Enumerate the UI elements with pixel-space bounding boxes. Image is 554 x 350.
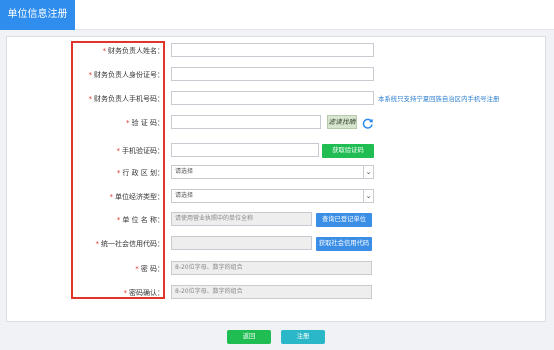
finance-phone-input[interactable] [171,91,374,105]
get-credit-code-button[interactable]: 获取社会信用代码 [316,237,372,251]
header-bar: 单位信息注册 [0,0,554,30]
row-econ-type: * 单位经济类型： 请选择 ⌄ [0,189,554,205]
label-region: * 行 政 区 划： [116,169,164,177]
row-finance-name: * 财务负责人姓名： [0,43,554,59]
finance-name-input[interactable] [171,43,374,57]
required-mark: * [116,169,121,177]
region-selected-value: 请选择 [175,168,194,175]
refresh-icon[interactable] [361,117,374,130]
row-region: * 行 政 区 划： 请选择 ⌄ [0,165,554,181]
required-mark: * [109,193,114,201]
credit-code-input[interactable] [171,236,312,250]
chevron-down-icon: ⌄ [363,166,373,178]
query-registered-unit-button[interactable]: 查询已登记单位 [316,213,372,227]
phone-note: 本系统只支持宁夏回族自治区内手机号注册 [378,95,500,103]
row-credit-code: * 统一社会信用代码： 获取社会信用代码 [0,236,554,252]
row-finance-phone: * 财务负责人手机号码： 本系统只支持宁夏回族自治区内手机号注册 [0,91,554,107]
required-mark: * [135,265,139,273]
captcha-image[interactable]: 滤读找晒 [327,115,357,129]
label-password-confirm: * 密码确认： [123,289,165,297]
row-captcha: * 验 证 码： 滤读找晒 [0,115,554,131]
get-sms-code-button[interactable]: 获取验证码 [322,144,374,158]
chevron-down-icon: ⌄ [363,190,373,202]
row-password-confirm: * 密码确认： 8-20位字母、数字的组合 [0,285,554,301]
password-input[interactable]: 8-20位字母、数字的组合 [171,261,372,275]
label-password: * 密 码： [135,265,164,273]
page-title-tab: 单位信息注册 [0,0,75,30]
label-finance-phone: * 财务负责人手机号码： [88,95,165,103]
label-econ-type: * 单位经济类型： [109,193,165,201]
unit-name-input[interactable]: 请使用营业执照中的单位全称 [171,212,312,226]
label-captcha: * 验 证 码： [126,119,164,127]
required-mark: * [95,240,100,248]
label-unit-name: * 单 位 名 称： [116,216,164,224]
label-finance-id: * 财务负责人身份证号： [88,71,165,79]
required-mark: * [123,289,128,297]
finance-id-input[interactable] [171,67,374,81]
register-button[interactable]: 注册 [281,330,325,344]
captcha-input[interactable] [171,115,321,129]
required-mark: * [116,216,121,224]
row-password: * 密 码： 8-20位字母、数字的组合 [0,261,554,277]
required-mark: * [126,119,130,127]
econ-type-select[interactable]: 请选择 ⌄ [171,189,374,203]
label-finance-name: * 财务负责人姓名： [102,47,165,55]
row-finance-id: * 财务负责人身份证号： [0,67,554,83]
required-mark: * [102,47,107,55]
row-unit-name: * 单 位 名 称： 请使用营业执照中的单位全称 查询已登记单位 [0,212,554,228]
required-mark: * [88,71,93,79]
password-confirm-input[interactable]: 8-20位字母、数字的组合 [171,285,372,299]
sms-code-input[interactable] [171,143,319,157]
back-button[interactable]: 返回 [227,330,271,344]
label-sms-code: * 手机验证码： [116,147,165,155]
label-credit-code: * 统一社会信用代码： [95,240,165,248]
econ-type-selected-value: 请选择 [175,192,194,199]
row-sms-code: * 手机验证码： 获取验证码 [0,143,554,159]
required-mark: * [88,95,93,103]
required-mark: * [116,147,121,155]
region-select[interactable]: 请选择 ⌄ [171,165,374,179]
